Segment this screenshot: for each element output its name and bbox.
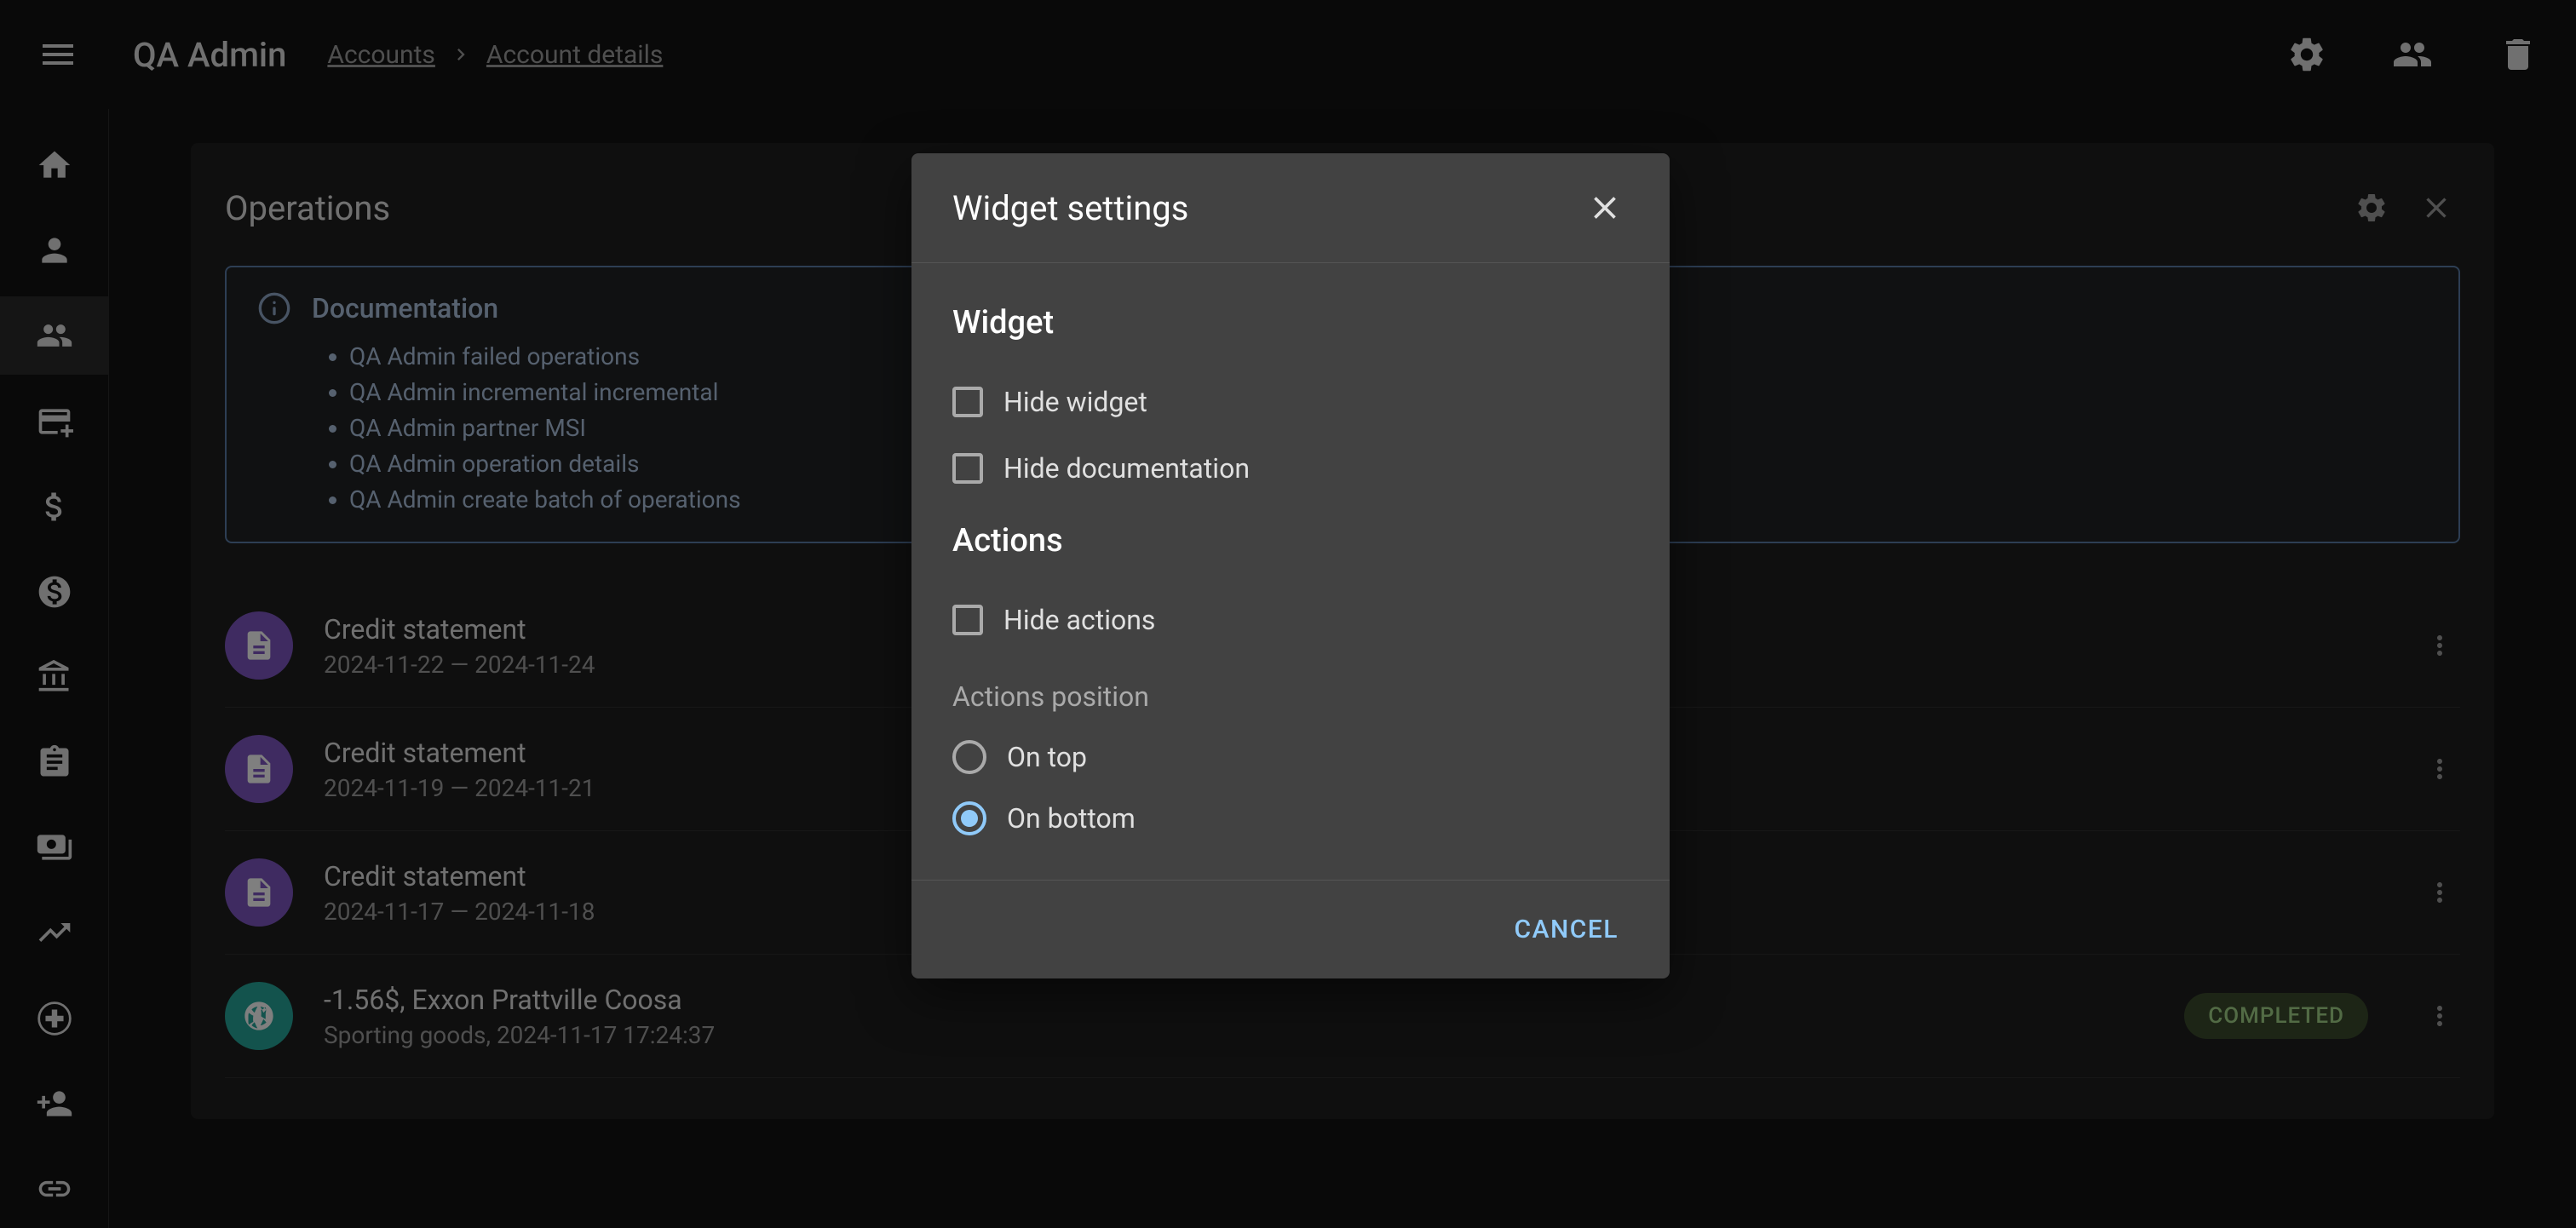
checkbox-icon: [952, 453, 983, 484]
radio-on-bottom[interactable]: On bottom: [952, 788, 1629, 849]
widget-settings-dialog: Widget settings Widget Hide widget Hide …: [911, 153, 1670, 978]
radio-icon: [952, 801, 986, 835]
hide-actions-label: Hide actions: [1003, 604, 1155, 636]
hide-actions-checkbox[interactable]: Hide actions: [952, 587, 1629, 653]
hide-widget-label: Hide widget: [1003, 386, 1147, 418]
section-actions-title: Actions: [952, 522, 1629, 559]
hide-documentation-checkbox[interactable]: Hide documentation: [952, 435, 1629, 502]
dialog-title: Widget settings: [952, 188, 1188, 228]
radio-on-top[interactable]: On top: [952, 726, 1629, 788]
section-widget-title: Widget: [952, 304, 1629, 341]
hide-widget-checkbox[interactable]: Hide widget: [952, 369, 1629, 435]
checkbox-icon: [952, 387, 983, 417]
actions-position-label: Actions position: [952, 680, 1629, 713]
checkbox-icon: [952, 605, 983, 635]
on-top-label: On top: [1007, 741, 1087, 773]
hide-documentation-label: Hide documentation: [1003, 452, 1250, 485]
radio-icon: [952, 740, 986, 774]
close-icon: [1586, 189, 1624, 227]
cancel-button[interactable]: CANCEL: [1494, 901, 1640, 958]
on-bottom-label: On bottom: [1007, 802, 1136, 835]
dialog-close-button[interactable]: [1581, 184, 1629, 232]
